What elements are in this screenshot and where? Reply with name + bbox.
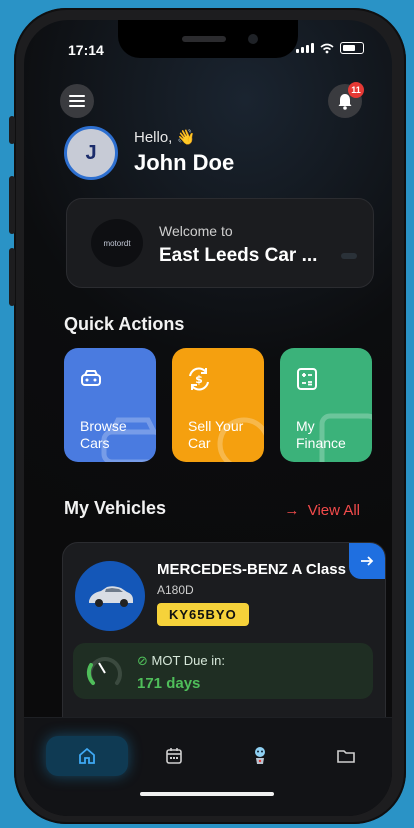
folder-icon [337, 750, 355, 763]
sell-car-icon: $ [189, 367, 209, 391]
device-notch [118, 20, 298, 58]
browse-cars-button[interactable]: Browse Cars [64, 348, 156, 462]
calendar-icon [166, 748, 182, 764]
greeting: Hello, 👋 [134, 128, 195, 146]
app-screen: 17:14 11 J Hello, 👋 John Doe motordt Wel… [24, 20, 392, 816]
status-time: 17:14 [68, 42, 104, 58]
tab-home[interactable] [46, 736, 128, 776]
vehicle-details-button[interactable] [349, 543, 385, 579]
hamburger-icon [69, 95, 85, 107]
mot-status-panel: ⊘ MOT Due in: 171 days [73, 643, 373, 699]
wifi-icon [320, 43, 334, 53]
home-indicator [140, 792, 274, 796]
notification-badge: 11 [348, 82, 364, 98]
check-circle-icon: ⊘ [137, 653, 148, 668]
mot-label: ⊘ MOT Due in: [137, 653, 225, 668]
signal-icon [296, 43, 314, 53]
car-thumbnail [75, 561, 145, 631]
side-button-volume-up [9, 176, 15, 234]
front-camera [248, 34, 258, 44]
user-name: John Doe [134, 150, 235, 175]
arrow-right-icon [361, 556, 374, 566]
calculator-icon [297, 368, 317, 390]
svg-text:$: $ [195, 373, 203, 386]
car-image-icon [89, 586, 133, 607]
bottom-tab-bar [24, 717, 392, 816]
my-finance-button[interactable]: My Finance [280, 348, 372, 462]
welcome-label: Welcome to [159, 223, 233, 239]
greeting-text: Hello, [134, 129, 173, 146]
browse-cars-label: Browse Cars [80, 418, 127, 451]
my-vehicles-title: My Vehicles [64, 498, 167, 518]
mot-days: 171 days [137, 675, 201, 692]
tab-assistant[interactable] [230, 736, 290, 776]
battery-icon [340, 42, 364, 54]
wave-emoji: 👋 [176, 129, 196, 146]
view-all-label: View All [307, 502, 360, 519]
quick-actions-title: Quick Actions [64, 314, 185, 334]
home-icon [79, 747, 95, 764]
sell-your-car-label: Sell Your Car [188, 418, 244, 451]
tab-documents[interactable] [316, 736, 376, 776]
card-indicator [341, 253, 357, 259]
tab-calendar[interactable] [144, 736, 204, 776]
vehicle-card[interactable]: MERCEDES-BENZ A Class A180D KY65BYO ⊘ MO… [62, 542, 386, 734]
sell-your-car-button[interactable]: $ Sell Your Car [172, 348, 264, 462]
menu-button[interactable] [60, 84, 94, 118]
vehicle-make: MERCEDES-BENZ A Class [157, 561, 346, 578]
car-icon [81, 370, 101, 386]
dealer-logo: motordt [91, 219, 143, 267]
view-all-link[interactable]: → View All [284, 502, 360, 519]
side-button-volume-down [9, 248, 15, 306]
arrow-right-icon: → [284, 502, 300, 519]
speaker-grille [182, 36, 226, 42]
vehicle-model: A180D [157, 583, 194, 597]
my-finance-label: My Finance [296, 418, 346, 451]
side-button-mute [9, 116, 15, 144]
assistant-icon [255, 747, 265, 764]
status-icons [296, 42, 364, 54]
avatar[interactable]: J [64, 126, 118, 180]
welcome-card[interactable]: motordt Welcome to East Leeds Car ... [66, 198, 374, 288]
number-plate: KY65BYO [157, 603, 249, 626]
gauge-icon [86, 657, 122, 685]
notifications-button[interactable]: 11 [328, 82, 364, 118]
dealer-name: East Leeds Car ... [159, 245, 318, 266]
